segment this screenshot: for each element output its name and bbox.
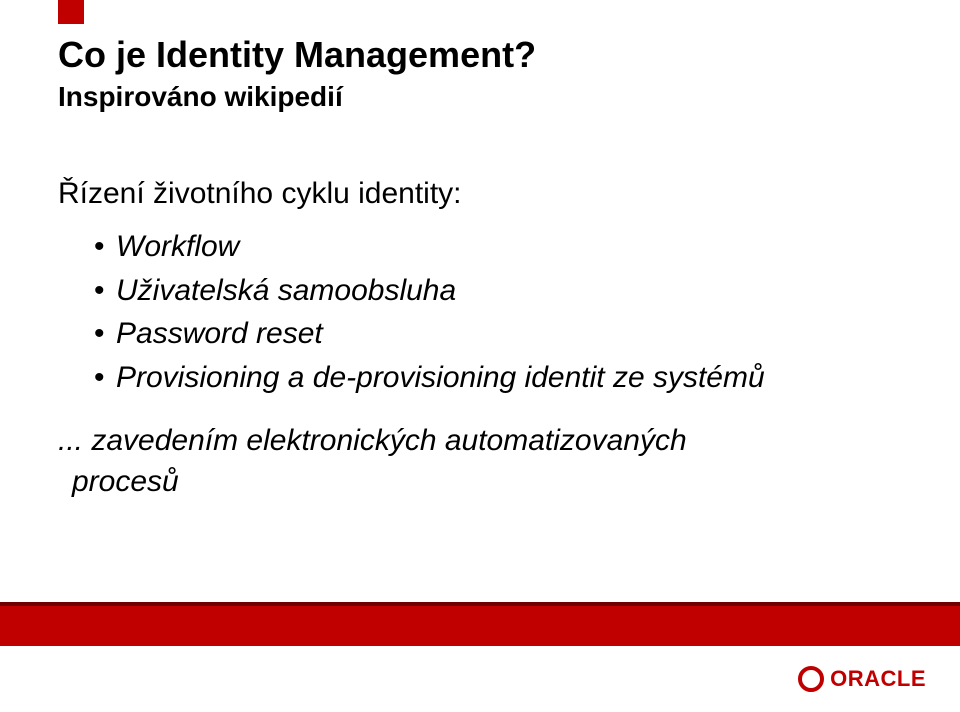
list-item: Provisioning a de-provisioning identit z… — [94, 356, 902, 400]
list-item: Workflow — [94, 225, 902, 269]
oracle-logo: ORACLE — [798, 666, 926, 692]
slide-title: Co je Identity Management? — [58, 34, 902, 75]
closing-line-1: ... zavedením elektronických automatizov… — [58, 424, 687, 457]
list-item: Password reset — [94, 312, 902, 356]
bottom-red-bar — [0, 602, 960, 646]
list-item: Uživatelská samoobsluha — [94, 269, 902, 313]
slide-body: Řízení životního cyklu identity: Workflo… — [58, 177, 902, 502]
closing-line-2: procesů — [72, 465, 179, 498]
slide-subtitle: Inspirováno wikipedií — [58, 81, 902, 113]
slide-content: Co je Identity Management? Inspirováno w… — [58, 34, 902, 502]
oracle-o-icon — [798, 666, 824, 692]
bottom-bar-shadow — [0, 602, 960, 606]
top-accent-bar — [58, 0, 84, 24]
lead-text: Řízení životního cyklu identity: — [58, 177, 902, 211]
slide: Co je Identity Management? Inspirováno w… — [0, 0, 960, 712]
closing-text: ... zavedením elektronických automatizov… — [58, 421, 902, 502]
bullet-list: Workflow Uživatelská samoobsluha Passwor… — [94, 225, 902, 399]
oracle-wordmark: ORACLE — [830, 666, 926, 692]
